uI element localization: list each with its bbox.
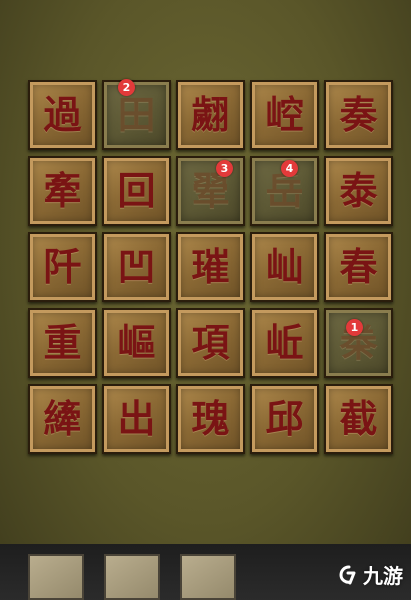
- tile-r4-c3[interactable]: 項: [176, 308, 245, 378]
- tile-r3-c5[interactable]: 春: [324, 232, 393, 302]
- order-badge: 4: [281, 160, 298, 177]
- tile-r4-c1[interactable]: 重: [28, 308, 97, 378]
- tile-r5-c1[interactable]: 縴: [28, 384, 97, 454]
- tile-char: 泰: [339, 168, 378, 213]
- tile-char: 春: [339, 244, 378, 289]
- tile-char: 田: [117, 92, 156, 137]
- tile-char: 出: [117, 396, 156, 441]
- tile-char: 翚: [191, 168, 230, 213]
- order-badge: 1: [346, 319, 363, 336]
- tile-r1-c4[interactable]: 崆: [250, 80, 319, 150]
- tile-r5-c4[interactable]: 邱: [250, 384, 319, 454]
- tile-r2-c3[interactable]: 翚3: [176, 156, 245, 226]
- answer-slot-1[interactable]: [28, 554, 84, 600]
- tile-char: 凹: [117, 244, 156, 289]
- tile-char: 翽: [191, 92, 230, 137]
- tile-char: 阡: [43, 244, 82, 289]
- tile-r1-c5[interactable]: 奏: [324, 80, 393, 150]
- tile-r1-c2[interactable]: 田2: [102, 79, 171, 150]
- answer-slot-3[interactable]: [180, 554, 236, 600]
- tile-r2-c2[interactable]: 回: [102, 156, 171, 226]
- tile-char: 截: [339, 396, 378, 441]
- tile-char: 瑰: [191, 396, 230, 441]
- tile-char: 屾: [265, 244, 304, 289]
- character-grid: 過 田2 翽 崆 奏 牽 回 翚3 岳4 泰 阡 凹 璀 屾 春 重 嶇 項 岴…: [28, 79, 394, 458]
- tile-char: 崆: [265, 92, 304, 137]
- tile-char: 璀: [191, 244, 230, 289]
- tile-r5-c5[interactable]: 截: [324, 384, 393, 454]
- tile-char: 岳: [265, 168, 304, 213]
- tile-r3-c4[interactable]: 屾: [250, 232, 319, 302]
- tile-r4-c2[interactable]: 嶇: [102, 308, 171, 378]
- nine-game-logo-icon: [339, 565, 356, 584]
- tile-r2-c5[interactable]: 泰: [324, 156, 393, 226]
- tile-r4-c4[interactable]: 岴: [250, 308, 319, 378]
- watermark-text: 九游: [363, 564, 403, 588]
- tile-char: 嶇: [117, 320, 156, 365]
- order-badge: 3: [216, 160, 233, 177]
- tile-r3-c2[interactable]: 凹: [102, 232, 171, 302]
- tile-char: 回: [117, 168, 156, 213]
- tile-r3-c3[interactable]: 璀: [176, 232, 245, 302]
- tile-r3-c1[interactable]: 阡: [28, 232, 97, 302]
- tile-char: 項: [191, 320, 230, 365]
- tile-r5-c2[interactable]: 出: [102, 384, 171, 454]
- tile-r1-c1[interactable]: 過: [28, 80, 97, 150]
- tile-r2-c1[interactable]: 牽: [28, 156, 97, 226]
- tile-r2-c4[interactable]: 岳4: [250, 156, 319, 226]
- watermark-logo: 九游: [338, 560, 403, 589]
- tile-char: 奏: [339, 92, 378, 137]
- tile-r4-c5[interactable]: 桊1: [324, 308, 393, 378]
- tile-char: 縴: [43, 396, 82, 441]
- tile-char: 邱: [265, 396, 304, 441]
- tile-char: 牽: [43, 168, 82, 213]
- tile-r5-c3[interactable]: 瑰: [176, 384, 245, 454]
- answer-slot-2[interactable]: [104, 554, 160, 600]
- tile-r1-c3[interactable]: 翽: [176, 80, 245, 150]
- tile-char: 岴: [265, 320, 304, 365]
- tile-char: 過: [43, 92, 82, 137]
- tile-char: 重: [43, 320, 82, 365]
- order-badge: 2: [118, 79, 135, 96]
